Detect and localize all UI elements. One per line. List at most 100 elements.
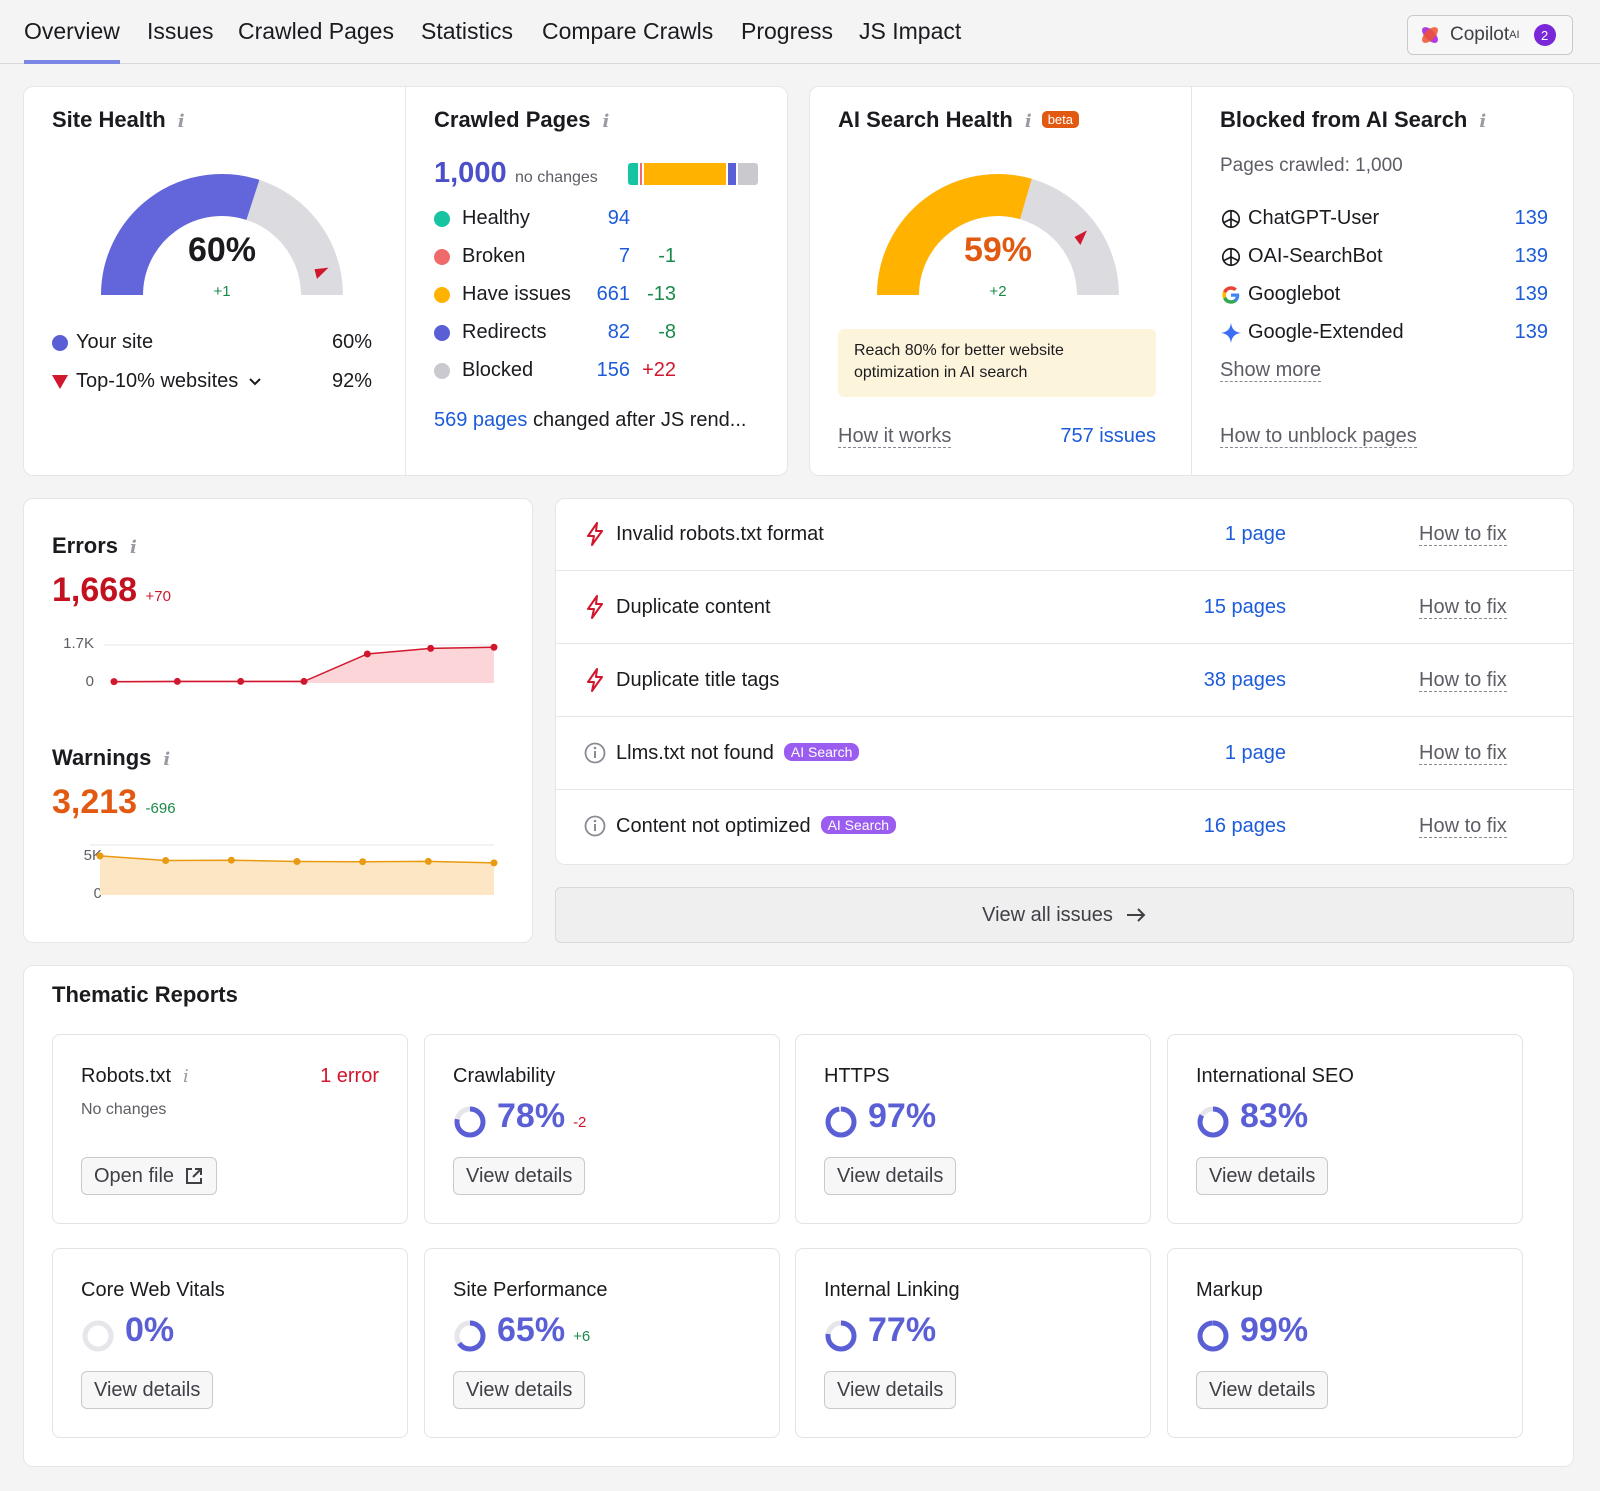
info-circle-icon	[584, 815, 606, 837]
info-icon[interactable]: i	[603, 111, 610, 132]
sparkline-point[interactable]	[162, 857, 170, 864]
status-label: Broken	[462, 245, 526, 267]
view-all-label: View all issues	[982, 903, 1113, 926]
ai-search-tag: AI Search	[820, 816, 897, 834]
crawled-status-row[interactable]: Broken 7 -1	[434, 245, 694, 268]
report-card: Site Performance 65% +6 View details	[424, 1248, 780, 1438]
copilot-ai-sup: AI	[1509, 29, 1520, 41]
show-more-link[interactable]: Show more	[1220, 359, 1322, 382]
view-details-button[interactable]: View details	[81, 1371, 214, 1409]
robots-note: No changes	[81, 1101, 167, 1118]
bot-count-link[interactable]: 139	[1515, 245, 1548, 268]
crawled-total-note: no changes	[515, 169, 598, 186]
crawled-status-row[interactable]: Redirects 82 -8	[434, 321, 694, 344]
report-card: Crawlability 78% -2 View details	[424, 1034, 780, 1224]
legend-top10[interactable]: Top-10% websites 92%	[52, 370, 372, 393]
how-to-fix-link[interactable]: How to fix	[1419, 742, 1507, 765]
js-changed-link[interactable]: 569 pages	[434, 409, 527, 431]
report-delta: +6	[573, 1328, 591, 1345]
info-icon[interactable]: i	[1479, 111, 1486, 132]
tab-progress[interactable]: Progress	[741, 18, 833, 64]
info-icon[interactable]: i	[183, 1066, 189, 1087]
sparkline-point[interactable]	[490, 859, 498, 867]
crawled-status-row[interactable]: Healthy 94	[434, 207, 694, 230]
bot-count-link[interactable]: 139	[1515, 283, 1548, 306]
sparkline-point[interactable]	[293, 858, 301, 865]
issue-count-link[interactable]: 15 pages	[1204, 596, 1286, 619]
how-it-works-link[interactable]: How it works	[838, 425, 952, 448]
view-details-button[interactable]: View details	[453, 1157, 586, 1195]
view-details-button[interactable]: View details	[1196, 1371, 1329, 1409]
unblock-pages-link[interactable]: How to unblock pages	[1220, 425, 1417, 448]
status-dot	[434, 248, 450, 265]
sparkline-point[interactable]	[424, 857, 432, 865]
report-name: Crawlability	[453, 1065, 556, 1087]
ai-health-card: AI Search Health i beta 59% +2 Reach 80% f…	[809, 86, 1574, 476]
crawled-status-row[interactable]: Have issues 661 -13	[434, 283, 694, 306]
issue-row[interactable]: Invalid robots.txt format 1 page How to …	[556, 499, 1573, 571]
issue-count-link[interactable]: 16 pages	[1204, 815, 1286, 838]
status-count-link[interactable]: 82	[584, 321, 630, 344]
tab-statistics[interactable]: Statistics	[421, 18, 513, 64]
view-all-issues-button[interactable]: View all issues	[555, 887, 1574, 943]
sparkline-point[interactable]	[359, 858, 367, 866]
open-file-button[interactable]: Open file	[81, 1157, 218, 1195]
tab-overview[interactable]: Overview	[24, 18, 120, 64]
issue-row[interactable]: Duplicate title tags 38 pages How to fix	[556, 645, 1573, 717]
blocked-ai-title-text: Blocked from AI Search	[1220, 107, 1468, 132]
bot-count-link[interactable]: 139	[1515, 321, 1548, 344]
status-count-link[interactable]: 156	[584, 359, 630, 382]
issue-count-link[interactable]: 1 page	[1225, 742, 1286, 765]
report-score: 78% -2	[497, 1097, 586, 1136]
progress-ring-icon	[1197, 1320, 1229, 1352]
issue-name: Invalid robots.txt format	[616, 523, 824, 545]
how-to-fix-link[interactable]: How to fix	[1419, 815, 1507, 838]
thematic-title: Thematic Reports	[52, 982, 238, 1007]
tab-compare-crawls[interactable]: Compare Crawls	[542, 18, 713, 64]
issue-name-group: Llms.txt not found AI Search	[616, 742, 860, 765]
reach-target-box: Reach 80% for better website optimizatio…	[838, 329, 1156, 397]
issue-row[interactable]: Llms.txt not found AI Search 1 page How t…	[556, 718, 1573, 790]
external-link-icon	[186, 1168, 203, 1184]
view-details-button[interactable]: View details	[824, 1371, 957, 1409]
sparkline-point[interactable]	[227, 856, 235, 864]
status-count-link[interactable]: 94	[584, 207, 630, 230]
ai-issues-link[interactable]: 757 issues	[1058, 425, 1156, 448]
status-count-link[interactable]: 661	[584, 283, 630, 306]
copilot-button[interactable]: Copilot AI 2	[1407, 15, 1573, 55]
bot-count-link[interactable]: 139	[1515, 207, 1548, 230]
crawled-status-row[interactable]: Blocked 156 +22	[434, 359, 694, 382]
legend-your-site: Your site 60%	[52, 331, 372, 354]
copilot-count-badge: 2	[1533, 24, 1556, 46]
info-icon[interactable]: i	[178, 111, 185, 132]
errors-warnings-card: Errors i 1,668 +70 1.7K 0 Warnings i 3,213…	[23, 498, 533, 943]
issue-row[interactable]: Duplicate content 15 pages How to fix	[556, 572, 1573, 644]
tab-js-impact[interactable]: JS Impact	[859, 18, 961, 64]
arrow-right-icon	[1126, 908, 1146, 922]
ai-health-title: AI Search Health i beta	[838, 107, 1079, 133]
tab-issues[interactable]: Issues	[147, 18, 213, 64]
progress-ring-icon	[825, 1106, 857, 1138]
status-delta: -13	[647, 283, 676, 305]
how-to-fix-link[interactable]: How to fix	[1419, 523, 1507, 546]
sparkline-point[interactable]	[96, 852, 104, 860]
report-card: Internal Linking 77% View details	[795, 1248, 1151, 1438]
issue-row[interactable]: Content not optimized AI Search 16 pages …	[556, 791, 1573, 863]
view-details-button[interactable]: View details	[453, 1371, 586, 1409]
tab-crawled-pages[interactable]: Crawled Pages	[238, 18, 394, 64]
warnings-sparkline	[90, 844, 498, 895]
how-to-fix-link[interactable]: How to fix	[1419, 596, 1507, 619]
issue-name: Content not optimized	[616, 815, 811, 837]
view-details-button[interactable]: View details	[824, 1157, 957, 1195]
info-icon[interactable]: i	[1025, 111, 1032, 132]
issue-count-link[interactable]: 38 pages	[1204, 669, 1286, 692]
card-divider	[405, 87, 406, 475]
how-to-fix-link[interactable]: How to fix	[1419, 669, 1507, 692]
issue-count-link[interactable]: 1 page	[1225, 523, 1286, 546]
crawled-total-value: 1,000	[434, 157, 507, 189]
your-site-dot	[52, 334, 68, 351]
view-details-button[interactable]: View details	[1196, 1157, 1329, 1195]
progress-ring-icon	[82, 1320, 114, 1352]
status-count-link[interactable]: 7	[584, 245, 630, 268]
report-name: HTTPS	[824, 1065, 890, 1087]
